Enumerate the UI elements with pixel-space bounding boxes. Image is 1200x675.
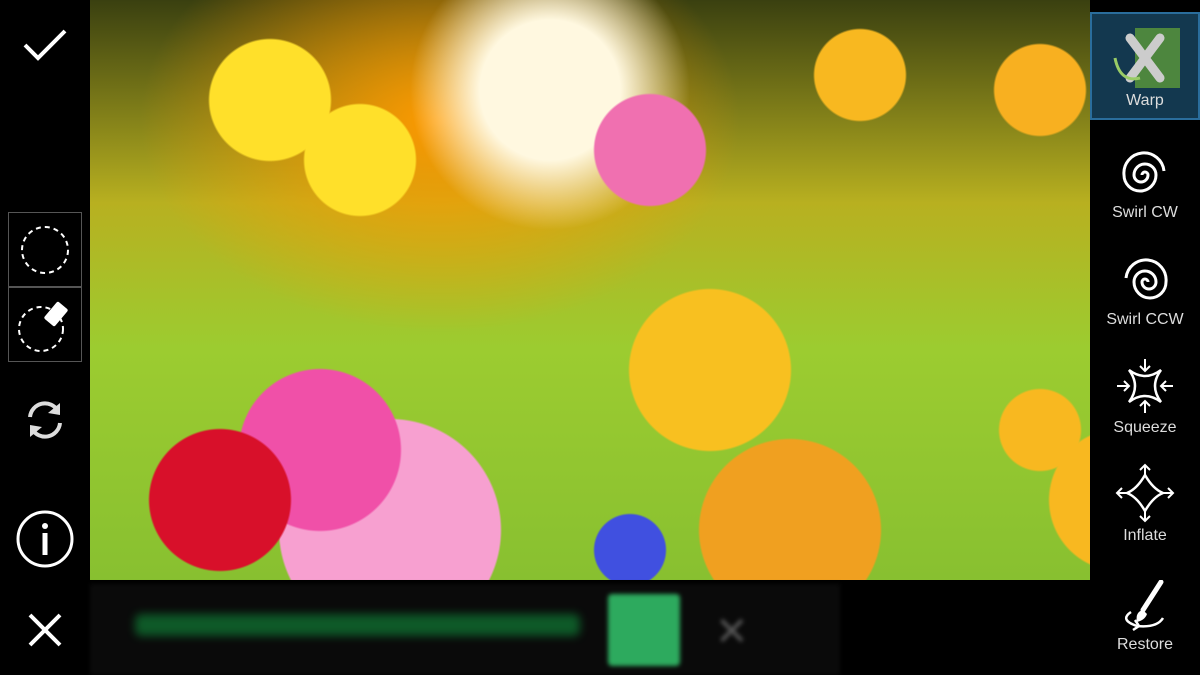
lasso-erase-button[interactable] [8,287,82,362]
close-icon [28,613,62,647]
tool-swirl-cw[interactable]: Swirl CW [1090,125,1200,230]
dashed-circle-icon [21,225,69,274]
tool-swirl-ccw[interactable]: Swirl CCW [1090,232,1200,337]
dashed-circle-eraser-icon [18,301,68,352]
ad-close-icon[interactable]: ✕ [715,609,749,655]
ad-banner[interactable]: ✕ [90,584,840,675]
ad-action-button[interactable] [608,594,680,666]
tool-label: Restore [1116,636,1174,653]
info-icon [16,510,74,568]
squeeze-icon [1117,359,1173,413]
tool-label: Inflate [1123,527,1167,544]
info-button[interactable] [12,508,78,570]
lasso-select-button[interactable] [8,212,82,287]
reset-button[interactable] [15,390,75,450]
tool-squeeze[interactable]: Squeeze [1090,340,1200,445]
brush-restore-icon [1124,580,1165,632]
tool-label: Warp [1126,92,1164,109]
tool-label: Swirl CW [1112,204,1178,221]
confirm-button[interactable] [15,20,75,70]
left-toolbar [0,0,90,675]
swirl-cw-icon [1122,151,1166,193]
tool-label: Swirl CCW [1106,311,1184,328]
image-canvas[interactable] [90,0,1090,580]
warp-icon [1113,28,1180,88]
ad-text [135,614,580,636]
tool-inflate[interactable]: Inflate [1090,448,1200,553]
refresh-icon [28,401,62,439]
tool-warp[interactable]: Warp [1090,12,1200,120]
tool-label: Squeeze [1113,419,1177,436]
inflate-icon [1115,463,1175,523]
swirl-ccw-icon [1124,258,1168,300]
cancel-button[interactable] [15,605,75,655]
checkmark-icon [23,29,67,61]
tool-restore[interactable]: Restore [1090,557,1200,662]
